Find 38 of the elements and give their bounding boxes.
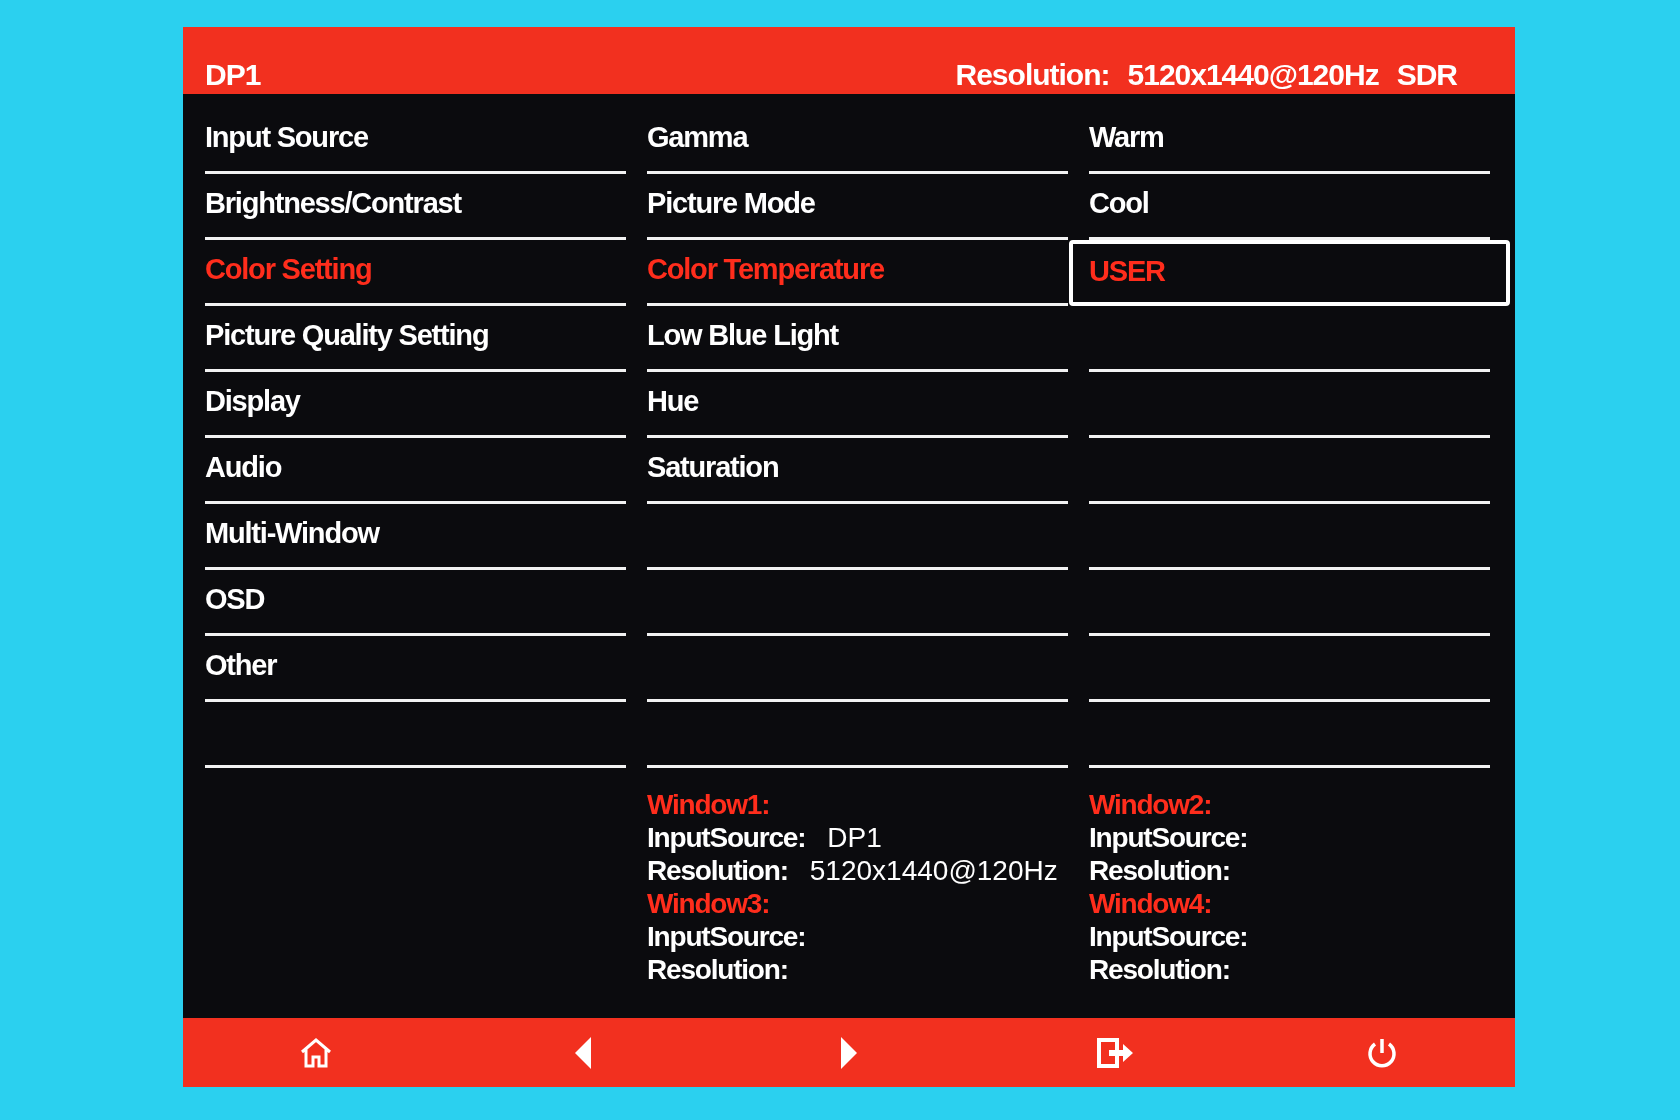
input-source-label: DP1 bbox=[205, 58, 261, 92]
menu-item[interactable]: Saturation bbox=[647, 438, 1068, 504]
menu-item[interactable]: Low Blue Light bbox=[647, 306, 1068, 372]
menu-item[interactable]: Color Setting bbox=[205, 240, 626, 306]
menu-item[interactable]: Brightness/Contrast bbox=[205, 174, 626, 240]
window-title: Window1: bbox=[647, 788, 771, 821]
menu-item[interactable]: Color Temperature bbox=[647, 240, 1068, 306]
input-source-label: InputSource: bbox=[1089, 821, 1248, 854]
menu-item[interactable]: Audio bbox=[205, 438, 626, 504]
menu-item[interactable]: Multi-Window bbox=[205, 504, 626, 570]
menu-item[interactable]: Input Source bbox=[205, 108, 626, 174]
window-title: Window2: bbox=[1089, 788, 1213, 821]
resolution-label: Resolution: bbox=[1089, 854, 1230, 887]
input-source-label: InputSource: bbox=[647, 821, 806, 854]
menu-item[interactable]: Hue bbox=[647, 372, 1068, 438]
resolution-value: 5120x1440@120Hz bbox=[1127, 58, 1379, 92]
menu-item[interactable]: Cool bbox=[1089, 174, 1490, 240]
window-title: Window3: bbox=[647, 887, 771, 920]
menu-item[interactable]: Picture Quality Setting bbox=[205, 306, 626, 372]
resolution-label: Resolution: bbox=[955, 58, 1110, 92]
input-source-value: DP1 bbox=[827, 821, 882, 854]
window-title: Window4: bbox=[1089, 887, 1213, 920]
menu-item[interactable]: Display bbox=[205, 372, 626, 438]
menu-item[interactable]: OSD bbox=[205, 570, 626, 636]
resolution-label: Resolution: bbox=[1089, 953, 1230, 986]
home-icon[interactable] bbox=[299, 1035, 334, 1070]
menu-item[interactable]: Gamma bbox=[647, 108, 1068, 174]
input-source-label: InputSource: bbox=[1089, 920, 1248, 953]
dynamic-range-label: SDR bbox=[1396, 58, 1457, 92]
resolution-label: Resolution: bbox=[647, 854, 788, 887]
resolution-label: Resolution: bbox=[647, 953, 788, 986]
menu-item[interactable]: Warm bbox=[1089, 108, 1490, 174]
menu-item[interactable]: Other bbox=[205, 636, 626, 702]
input-source-label: InputSource: bbox=[647, 920, 806, 953]
right-triangle-icon[interactable] bbox=[839, 1035, 859, 1070]
resolution-value: 5120x1440@120Hz bbox=[809, 854, 1058, 887]
menu-item[interactable]: Picture Mode bbox=[647, 174, 1068, 240]
menu-item[interactable]: USER bbox=[1069, 240, 1510, 306]
